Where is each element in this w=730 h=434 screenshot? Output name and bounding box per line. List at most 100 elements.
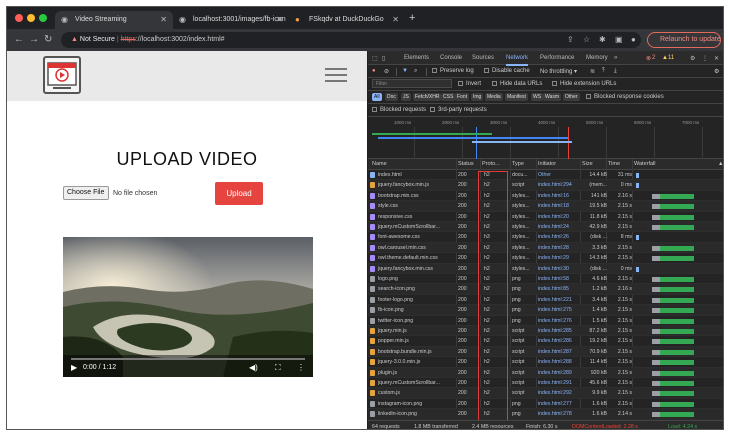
table-row[interactable]: jquery.min.js 200 h2 script index.html:285 87…: [368, 326, 723, 337]
tab-memory[interactable]: Memory: [586, 55, 608, 61]
bookmark-icon[interactable]: ☆: [583, 35, 590, 44]
table-row[interactable]: bootstrap.min.css 200 h2 styles... index.htm…: [368, 191, 723, 202]
cell-initiator[interactable]: index.html:26: [538, 234, 580, 240]
table-row[interactable]: responsive.css 200 h2 styles... index.html:2…: [368, 212, 723, 222]
network-overview[interactable]: 1000 ms 2000 ms 3000 ms 4000 ms 5000 ms …: [368, 119, 723, 159]
record-icon[interactable]: ●: [372, 68, 376, 74]
relaunch-button[interactable]: Relaunch to update: [647, 32, 721, 48]
third-party-checkbox[interactable]: 3rd-party requests: [430, 107, 487, 113]
close-window-button[interactable]: [15, 14, 23, 22]
table-row[interactable]: instagram-icon.png 200 h2 png index.html:277…: [368, 399, 723, 410]
maximize-window-button[interactable]: [39, 14, 47, 22]
forward-icon[interactable]: →: [29, 34, 39, 45]
column-size[interactable]: Size: [582, 161, 593, 167]
tab-performance[interactable]: Performance: [540, 55, 574, 61]
cell-initiator[interactable]: index.html:286: [538, 338, 580, 344]
clear-icon[interactable]: ⊘: [384, 68, 389, 75]
blocked-requests-checkbox[interactable]: Blocked requests: [372, 107, 426, 113]
network-settings-icon[interactable]: ⚙: [714, 68, 719, 75]
cell-initiator[interactable]: index.html:288: [538, 359, 580, 365]
table-row[interactable]: fb-icon.png 200 h2 png index.html:275 1.4 kB 2…: [368, 305, 723, 316]
error-icon[interactable]: ⊗: [646, 55, 651, 62]
filter-input[interactable]: Filter: [372, 79, 452, 88]
table-row[interactable]: owl.carousel.min.css 200 h2 styles... index.…: [368, 242, 723, 254]
cell-initiator[interactable]: index.html:24: [538, 224, 580, 230]
type-manifest[interactable]: Manifest: [505, 93, 528, 101]
cell-initiator[interactable]: index.html:294: [538, 182, 580, 188]
type-font[interactable]: Font: [455, 93, 470, 101]
table-row[interactable]: jquery.mCustomScrollbar... 200 h2 script ind…: [368, 378, 723, 389]
share-icon[interactable]: ⇪: [567, 35, 574, 44]
cell-initiator[interactable]: index.html:292: [538, 390, 580, 396]
blocked-cookies-checkbox[interactable]: Blocked response cookies: [586, 94, 664, 100]
video-player[interactable]: ▶ 0:00 / 1:12 ◀) ⛶ ⋮: [63, 237, 313, 377]
cell-initiator[interactable]: index.html:16: [538, 193, 580, 199]
search-icon[interactable]: ⌕: [414, 68, 417, 75]
cell-initiator[interactable]: index.html:28: [538, 245, 580, 251]
type-all[interactable]: All: [372, 93, 382, 101]
tab-fb-icon[interactable]: ◉ localhost:3001/images/fb-icon ✕: [173, 11, 289, 29]
table-row[interactable]: index.html 200 h2 docu... Other 14.4 kB 31 ms: [368, 170, 723, 181]
table-row[interactable]: popper.min.js 200 h2 script index.html:286 19…: [368, 336, 723, 347]
cell-initiator[interactable]: Other: [538, 172, 580, 178]
type-media[interactable]: Media: [485, 93, 503, 101]
column-status[interactable]: Status: [458, 161, 474, 167]
cell-initiator[interactable]: index.html:29: [538, 255, 580, 261]
hide-data-urls-checkbox[interactable]: Hide data URLs: [492, 81, 542, 87]
close-icon[interactable]: ✕: [276, 15, 283, 24]
tab-video-streaming[interactable]: ◉ Video Streaming ✕: [55, 11, 173, 29]
tab-sources[interactable]: Sources: [472, 55, 494, 61]
table-row[interactable]: plugin.js 200 h2 script index.html:289 920 kB…: [368, 367, 723, 378]
device-toolbar-icon[interactable]: ▯: [382, 55, 385, 62]
table-row[interactable]: jquery.fancybox.min.css 200 h2 styles... ind…: [368, 263, 723, 274]
cell-initiator[interactable]: index.html:18: [538, 203, 580, 209]
type-other[interactable]: Other: [563, 93, 580, 101]
table-row[interactable]: footer-logo.png 200 h2 png index.html:221 3.4…: [368, 295, 723, 306]
cell-initiator[interactable]: index.html:285: [538, 328, 580, 334]
cell-initiator[interactable]: index.html:221: [538, 297, 580, 303]
settings-icon[interactable]: ⚙: [690, 55, 695, 62]
filter-icon[interactable]: ▼: [402, 68, 408, 74]
sidepanel-icon[interactable]: ▣: [615, 35, 623, 44]
disable-cache-checkbox[interactable]: Disable cache: [484, 68, 530, 74]
close-icon[interactable]: ✕: [160, 15, 167, 24]
table-row[interactable]: style.css 200 h2 styles... index.html:18 19.5…: [368, 201, 723, 212]
play-icon[interactable]: ▶: [71, 363, 77, 372]
cell-initiator[interactable]: index.html:278: [538, 411, 580, 417]
cell-initiator[interactable]: index.html:275: [538, 307, 580, 313]
address-bar[interactable]: ▲ Not Secure | https://localhost:3002/in…: [61, 32, 641, 48]
column-type[interactable]: Type: [512, 161, 524, 167]
fullscreen-icon[interactable]: ⛶: [275, 363, 281, 373]
export-icon[interactable]: ⤓: [614, 68, 617, 75]
column-time[interactable]: Time: [608, 161, 620, 167]
table-row[interactable]: linkedin-icon.png 200 h2 png index.html:278 1…: [368, 409, 723, 420]
type-wasm[interactable]: Wasm: [543, 93, 561, 101]
column-waterfall[interactable]: Waterfall: [634, 161, 656, 167]
type-css[interactable]: CSS: [441, 93, 456, 101]
cell-initiator[interactable]: index.html:289: [538, 370, 580, 376]
table-row[interactable]: bootstrap.bundle.min.js 200 h2 script index.…: [368, 346, 723, 358]
table-row[interactable]: jquery.fancybox.min.js 200 h2 script index.h…: [368, 180, 723, 191]
throttling-select[interactable]: No throttling ▾: [540, 68, 577, 75]
table-row[interactable]: owl.theme.default.min.css 200 h2 styles... i…: [368, 253, 723, 264]
cell-initiator[interactable]: index.html:20: [538, 214, 580, 220]
cell-initiator[interactable]: index.html:291: [538, 380, 580, 386]
more-options-icon[interactable]: ⋮: [297, 363, 305, 372]
upload-button[interactable]: Upload: [215, 182, 263, 205]
hide-extension-urls-checkbox[interactable]: Hide extension URLs: [552, 81, 616, 87]
type-fetch-xhr[interactable]: Fetch/XHR: [413, 93, 442, 101]
import-icon[interactable]: ⤒: [602, 68, 605, 75]
video-progress[interactable]: [71, 358, 305, 360]
cell-initiator[interactable]: index.html:58: [538, 276, 580, 282]
table-row[interactable]: logo.png 200 h2 png index.html:58 4.6 kB 2.15 …: [368, 274, 723, 285]
site-logo[interactable]: [43, 56, 81, 94]
cell-initiator[interactable]: index.html:277: [538, 401, 580, 407]
type-ws[interactable]: WS: [531, 93, 544, 101]
type-doc[interactable]: Doc: [385, 93, 398, 101]
sort-icon[interactable]: ▲: [718, 161, 723, 167]
cell-initiator[interactable]: index.html:276: [538, 318, 580, 324]
close-icon[interactable]: ✕: [392, 15, 399, 24]
reload-icon[interactable]: ↻: [44, 34, 52, 45]
new-tab-button[interactable]: +: [409, 12, 415, 24]
type-img[interactable]: Img: [471, 93, 484, 101]
